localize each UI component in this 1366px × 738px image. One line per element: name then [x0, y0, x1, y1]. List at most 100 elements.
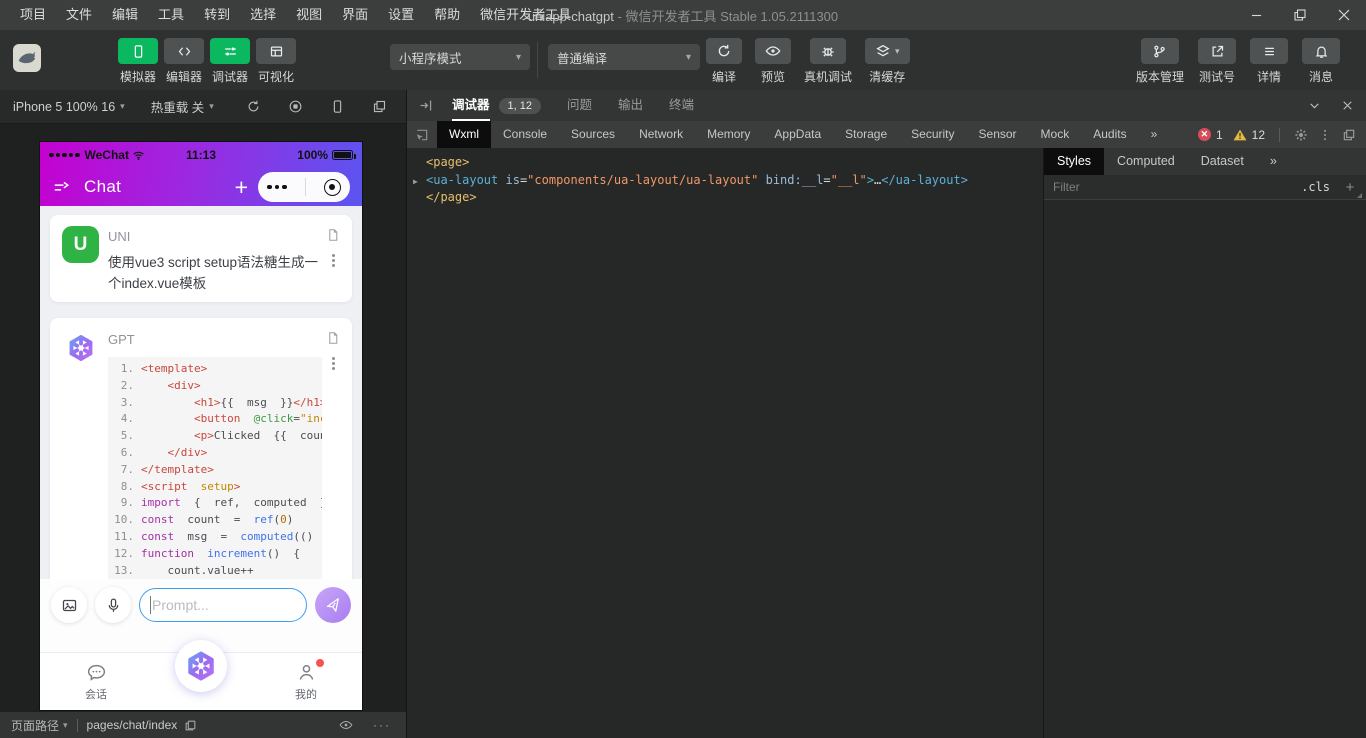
wxml-tree-node[interactable]: </page>	[407, 189, 1043, 207]
gpt-center-button[interactable]	[175, 640, 227, 692]
wxml-tree-node[interactable]: <page>	[407, 154, 1043, 172]
menu-item-转到[interactable]: 转到	[194, 0, 240, 30]
mode-toggle-可视化[interactable]: 可视化	[256, 38, 296, 85]
tab-profile[interactable]: 我的	[286, 658, 326, 702]
debugger-tab-调试器[interactable]: 调试器 1, 12	[452, 90, 541, 121]
hot-reload-select[interactable]: 热重载 关 ▾	[151, 97, 214, 116]
action-button[interactable]	[706, 38, 742, 64]
wxml-tree-node[interactable]: ▶ <ua-layout is="components/ua-layout/ua-…	[407, 172, 1043, 190]
close-debugger-icon[interactable]	[1341, 99, 1354, 112]
devtools-tab-Storage[interactable]: Storage	[833, 121, 899, 148]
menu-item-选择[interactable]: 选择	[240, 0, 286, 30]
close-miniprogram-icon[interactable]	[323, 178, 341, 196]
refresh-simulator-icon[interactable]	[246, 99, 261, 114]
eye-icon[interactable]	[339, 718, 353, 732]
cls-button[interactable]: .cls	[1301, 180, 1330, 194]
more-options-icon[interactable]: ···	[373, 718, 391, 732]
filter-input[interactable]: Filter	[1053, 180, 1301, 194]
action-button[interactable]	[1198, 38, 1236, 64]
menu-item-项目[interactable]: 项目	[10, 0, 56, 30]
devtools-tab-AppData[interactable]: AppData	[762, 121, 833, 148]
action-消息[interactable]: 消息	[1302, 38, 1340, 85]
action-button[interactable]	[1302, 38, 1340, 64]
styles-tab-Computed[interactable]: Computed	[1104, 148, 1188, 175]
page-path-label[interactable]: 页面路径	[11, 717, 59, 734]
device-select[interactable]: iPhone 5 100% 16 ▾	[13, 100, 125, 114]
menu-item-视图[interactable]: 视图	[286, 0, 332, 30]
menu-item-设置[interactable]: 设置	[378, 0, 424, 30]
mode-toggle-调试器[interactable]: 调试器	[210, 38, 250, 85]
debugger-tab-终端[interactable]: 终端	[669, 90, 694, 121]
copy-document-icon[interactable]	[326, 331, 340, 345]
menu-item-界面[interactable]: 界面	[332, 0, 378, 30]
collapse-chevron-icon[interactable]	[1308, 99, 1321, 112]
menu-item-编辑[interactable]: 编辑	[102, 0, 148, 30]
add-icon[interactable]: +	[235, 175, 248, 199]
styles-tab-Styles[interactable]: Styles	[1044, 148, 1105, 175]
phone-frame-icon[interactable]	[330, 99, 345, 114]
tab-chat[interactable]: 会话	[76, 662, 116, 702]
mode-toggle-编辑器[interactable]: 编辑器	[164, 38, 204, 85]
record-icon[interactable]	[288, 99, 303, 114]
mode-button[interactable]	[164, 38, 204, 64]
mode-button[interactable]	[256, 38, 296, 64]
project-avatar[interactable]	[13, 44, 41, 72]
action-详情[interactable]: 详情	[1250, 38, 1288, 85]
devtools-tab-Sensor[interactable]: Sensor	[967, 121, 1029, 148]
devtools-tab-Wxml[interactable]: Wxml	[437, 121, 491, 148]
image-button[interactable]	[51, 587, 87, 623]
devtools-tab-Console[interactable]: Console	[491, 121, 559, 148]
devtools-tab-»[interactable]: »	[1139, 121, 1170, 148]
menu-item-工具[interactable]: 工具	[148, 0, 194, 30]
error-counter[interactable]: ✕ 1	[1197, 128, 1223, 142]
undock-icon[interactable]	[1342, 128, 1356, 142]
debugger-tab-输出[interactable]: 输出	[618, 90, 643, 121]
close-window-button[interactable]	[1322, 0, 1366, 30]
send-button[interactable]	[315, 587, 351, 623]
devtools-more-icon[interactable]	[1318, 128, 1332, 142]
styles-tab-Dataset[interactable]: Dataset	[1188, 148, 1257, 175]
expand-arrow-icon[interactable]: ▶	[413, 173, 418, 191]
action-编译[interactable]: 编译	[706, 38, 742, 85]
copy-document-icon[interactable]	[326, 228, 340, 242]
inspect-element-icon[interactable]	[407, 128, 437, 142]
action-button[interactable]	[1250, 38, 1288, 64]
warning-counter[interactable]: 12	[1233, 128, 1265, 142]
compile-select[interactable]: 普通编译 ▾	[548, 44, 700, 70]
action-button[interactable]: ▾	[865, 38, 910, 64]
devtools-tab-Sources[interactable]: Sources	[559, 121, 627, 148]
restore-button[interactable]	[1278, 0, 1322, 30]
multi-window-icon[interactable]	[372, 99, 387, 114]
menu-item-文件[interactable]: 文件	[56, 0, 102, 30]
menu-item-帮助[interactable]: 帮助	[424, 0, 470, 30]
action-版本管理[interactable]: 版本管理	[1136, 38, 1184, 85]
styles-tab-»[interactable]: »	[1257, 148, 1290, 175]
mode-toggle-模拟器[interactable]: 模拟器	[118, 38, 158, 85]
microphone-button[interactable]	[95, 587, 131, 623]
prompt-input[interactable]	[139, 588, 307, 622]
message-more-icon[interactable]	[331, 355, 335, 372]
action-button[interactable]	[755, 38, 791, 64]
minimize-button[interactable]	[1234, 0, 1278, 30]
action-真机调试[interactable]: 真机调试	[804, 38, 852, 85]
nav-menu-icon[interactable]	[52, 178, 71, 197]
action-预览[interactable]: 预览	[755, 38, 791, 85]
mode-select[interactable]: 小程序模式 ▾	[390, 44, 530, 70]
settings-gear-icon[interactable]	[1294, 128, 1308, 142]
copy-path-icon[interactable]	[184, 719, 197, 732]
devtools-tab-Security[interactable]: Security	[899, 121, 966, 148]
action-button[interactable]	[810, 38, 846, 64]
more-menu-icon[interactable]	[267, 184, 287, 190]
mode-button[interactable]	[118, 38, 158, 64]
action-button[interactable]	[1140, 38, 1179, 64]
devtools-tab-Memory[interactable]: Memory	[695, 121, 762, 148]
debugger-tab-问题[interactable]: 问题	[567, 90, 592, 121]
action-测试号[interactable]: 测试号	[1198, 38, 1236, 85]
wxml-element-tree[interactable]: <page> ▶ <ua-layout is="components/ua-layo…	[407, 148, 1043, 738]
devtools-tab-Mock[interactable]: Mock	[1029, 121, 1082, 148]
action-清缓存[interactable]: ▾ 清缓存	[865, 38, 910, 85]
message-more-icon[interactable]	[331, 252, 335, 269]
add-style-button[interactable]: +	[1343, 179, 1362, 198]
mode-button[interactable]	[210, 38, 250, 64]
devtools-tab-Audits[interactable]: Audits	[1081, 121, 1138, 148]
